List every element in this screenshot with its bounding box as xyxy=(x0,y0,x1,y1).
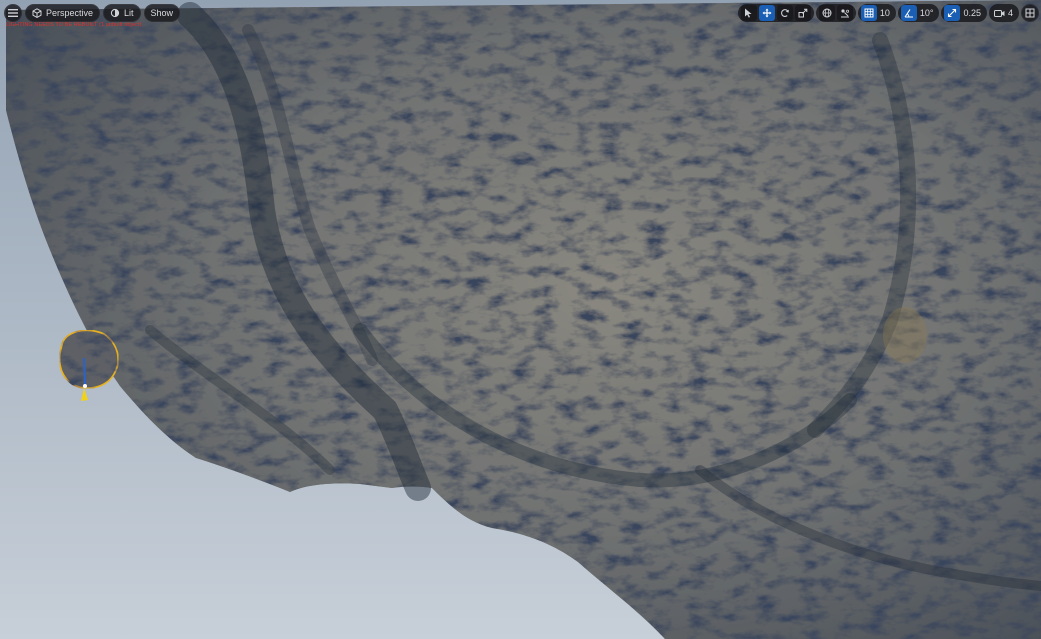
grid-snap-group: 10 xyxy=(857,4,896,22)
rotation-snap-group: 10° xyxy=(897,4,940,22)
surface-snap-icon xyxy=(840,8,850,18)
viewport-menu-button[interactable] xyxy=(4,4,22,22)
level-viewport[interactable]: Perspective Lit Show LIGHTING NEEDS TO B… xyxy=(0,0,1041,639)
layout-icon xyxy=(1025,8,1035,18)
viewport-toolbar-right: 10 10° 0.25 4 xyxy=(737,4,1039,22)
grid-snap-value[interactable]: 10 xyxy=(879,8,893,18)
view-mode-label: Perspective xyxy=(46,8,94,18)
scale-mode-button[interactable] xyxy=(794,5,811,21)
sun-icon xyxy=(110,8,120,18)
grid-snap-toggle[interactable] xyxy=(860,5,877,21)
rotation-snap-toggle[interactable] xyxy=(900,5,917,21)
transform-tools xyxy=(737,4,814,22)
globe-icon xyxy=(822,8,832,18)
grid-icon xyxy=(864,8,874,18)
surface-snap-toggle[interactable] xyxy=(836,5,853,21)
translate-mode-button[interactable] xyxy=(758,5,775,21)
lighting-mode-button[interactable]: Lit xyxy=(103,4,141,22)
rotate-mode-button[interactable] xyxy=(776,5,793,21)
rotation-snap-value[interactable]: 10° xyxy=(919,8,937,18)
select-mode-button[interactable] xyxy=(740,5,757,21)
move-icon xyxy=(762,8,772,18)
scale-snap-toggle[interactable] xyxy=(944,5,961,21)
angle-icon xyxy=(904,8,914,18)
scale-snap-group: 0.25 xyxy=(941,4,987,22)
lighting-mode-label: Lit xyxy=(124,8,134,18)
coordinate-tools xyxy=(815,4,856,22)
arrow-select-icon xyxy=(744,8,753,18)
show-flags-label: Show xyxy=(150,8,174,18)
show-flags-button[interactable]: Show xyxy=(143,4,181,22)
cube-icon xyxy=(32,8,42,18)
scene-render[interactable] xyxy=(0,0,1041,639)
viewport-toolbar-left: Perspective Lit Show xyxy=(4,4,181,22)
lighting-warning: LIGHTING NEEDS TO BE REBUILT (1 unbuilt … xyxy=(6,22,142,28)
camera-speed-value: 4 xyxy=(1007,8,1013,18)
view-mode-button[interactable]: Perspective xyxy=(25,4,101,22)
scale-snap-value[interactable]: 0.25 xyxy=(962,8,984,18)
camera-speed-group[interactable]: 4 xyxy=(988,4,1019,22)
world-local-toggle[interactable] xyxy=(818,5,835,21)
viewport-layout-button[interactable] xyxy=(1021,4,1039,22)
scale-icon xyxy=(798,8,808,18)
rotate-icon xyxy=(780,8,790,18)
camera-icon xyxy=(992,9,1005,18)
scale-snap-icon xyxy=(947,8,957,18)
hamburger-menu-icon xyxy=(8,9,18,17)
